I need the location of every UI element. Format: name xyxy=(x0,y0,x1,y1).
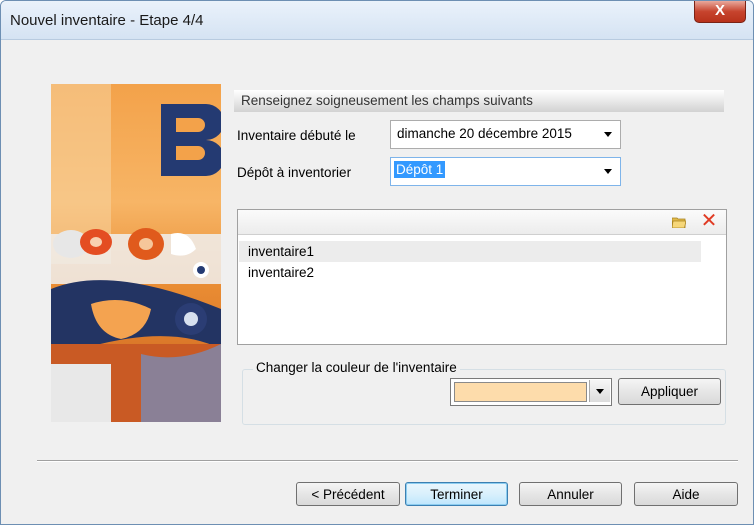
depot-label: Dépôt à inventorier xyxy=(237,165,352,180)
color-group-legend: Changer la couleur de l'inventaire xyxy=(253,360,460,375)
finish-button[interactable]: Terminer xyxy=(405,482,508,506)
depot-value: Dépôt 1 xyxy=(394,161,446,178)
cancel-button[interactable]: Annuler xyxy=(519,482,622,506)
apply-color-button[interactable]: Appliquer xyxy=(618,378,721,405)
open-folder-icon[interactable] xyxy=(671,216,687,229)
list-item[interactable]: inventaire2 xyxy=(239,262,701,283)
chevron-down-icon xyxy=(596,389,604,394)
section-header-text: Renseignez soigneusement les champs suiv… xyxy=(241,93,533,108)
color-picker[interactable] xyxy=(450,378,612,406)
list-item-label: inventaire2 xyxy=(248,265,315,280)
start-date-label: Inventaire débuté le xyxy=(237,128,356,143)
start-date-picker[interactable]: dimanche 20 décembre 2015 xyxy=(390,120,621,149)
help-button[interactable]: Aide xyxy=(634,482,738,506)
list-item-label: inventaire1 xyxy=(248,244,315,259)
section-header: Renseignez soigneusement les champs suiv… xyxy=(234,90,724,112)
separator xyxy=(37,460,738,462)
title-bar: Nouvel inventaire - Etape 4/4 X xyxy=(1,1,753,40)
window-title: Nouvel inventaire - Etape 4/4 xyxy=(10,12,204,29)
wizard-window: Nouvel inventaire - Etape 4/4 X Renseign… xyxy=(0,0,754,525)
list-toolbar: ✕ xyxy=(238,210,726,235)
list-item[interactable]: inventaire1 xyxy=(239,241,701,262)
inventory-list[interactable]: ✕ inventaire1 inventaire2 xyxy=(237,209,727,345)
close-icon: X xyxy=(714,2,725,19)
color-swatch xyxy=(454,382,587,402)
close-button[interactable]: X xyxy=(694,1,746,23)
chevron-down-icon[interactable] xyxy=(604,132,612,137)
depot-select[interactable]: Dépôt 1 xyxy=(390,157,621,186)
delete-icon[interactable]: ✕ xyxy=(699,211,719,231)
previous-button[interactable]: < Précédent xyxy=(296,482,400,506)
start-date-value: dimanche 20 décembre 2015 xyxy=(397,126,572,141)
wizard-illustration xyxy=(51,84,221,422)
color-dropdown-button[interactable] xyxy=(589,380,610,402)
chevron-down-icon[interactable] xyxy=(604,169,612,174)
